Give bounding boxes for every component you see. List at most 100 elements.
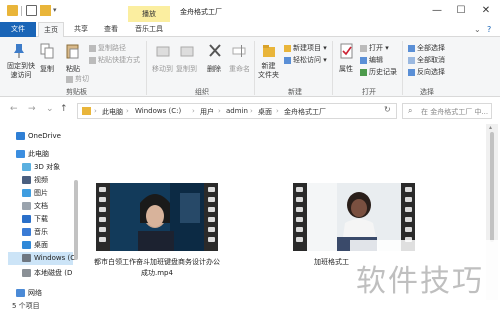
breadcrumb-this-pc[interactable]: 此电脑: [102, 107, 123, 117]
select-all-label: 全部选择: [417, 44, 445, 52]
properties-quick-icon[interactable]: [26, 5, 37, 16]
computer-icon: [16, 150, 25, 158]
search-input[interactable]: ⌕ 在 金舟格式工厂 中...: [402, 103, 492, 119]
move-to-button[interactable]: 移动到: [152, 64, 173, 74]
desktop-icon: [22, 241, 31, 249]
breadcrumb-admin[interactable]: admin: [226, 107, 248, 115]
sidebar-item-documents[interactable]: 文档: [22, 200, 48, 213]
sidebar-item-drive-c[interactable]: Windows (C: [8, 252, 75, 265]
video-thumbnail[interactable]: [96, 183, 218, 251]
pin-quick-access-button[interactable]: 固定到快 速访问: [7, 62, 35, 80]
clipboard-group-label: 剪贴板: [66, 88, 87, 96]
item-count: 5 个项目: [12, 302, 40, 310]
sidebar-item-label: 音乐: [34, 228, 48, 236]
drive-icon: [22, 254, 31, 262]
edit-button[interactable]: 编辑: [360, 55, 383, 65]
paste-button[interactable]: 粘贴: [66, 64, 80, 74]
easy-access-label: 轻松访问 ▾: [293, 56, 327, 64]
film-strip-left: [293, 183, 306, 251]
paste-icon: [66, 43, 80, 59]
recent-locations-button[interactable]: ⌄: [46, 104, 54, 114]
rename-button[interactable]: 重命名: [229, 64, 250, 74]
scrollbar-thumb[interactable]: [490, 132, 494, 242]
new-item-icon: [284, 44, 291, 52]
window-title: 金舟格式工厂: [180, 8, 222, 16]
tab-music-tools[interactable]: 音乐工具: [130, 22, 168, 37]
copy-button[interactable]: 复制: [40, 64, 54, 74]
minimize-button[interactable]: —: [427, 3, 447, 19]
sidebar-item-label: 文档: [34, 202, 48, 210]
sidebar-item-music[interactable]: 音乐: [22, 226, 48, 239]
copy-path-button[interactable]: 复制路径: [89, 43, 126, 53]
sidebar-item-label: 图片: [34, 189, 48, 197]
sidebar-item-pictures[interactable]: 图片: [22, 187, 48, 200]
sidebar-item-downloads[interactable]: 下载: [22, 213, 48, 226]
sidebar-item-network[interactable]: 网络: [16, 287, 42, 300]
sidebar-item-drive-d[interactable]: 本地磁盘 (D: [22, 267, 72, 280]
sidebar-item-onedrive[interactable]: OneDrive: [16, 130, 61, 143]
back-button[interactable]: ←: [10, 104, 18, 114]
select-all-button[interactable]: 全部选择: [408, 43, 445, 53]
context-tab-play[interactable]: 播放: [128, 6, 170, 22]
sidebar-item-label: 本地磁盘 (D: [34, 269, 73, 277]
select-none-button[interactable]: 全部取消: [408, 55, 445, 65]
new-item-button[interactable]: 新建项目 ▾: [284, 43, 327, 53]
file-name[interactable]: 都市白领工作奋斗加班键盘商务设计办公成功.mp4: [92, 257, 222, 279]
pin-icon: [12, 43, 26, 59]
divider: [402, 41, 403, 95]
title-bar: ▾ 播放 金舟格式工厂 — ☐ ✕: [0, 0, 500, 22]
film-strip-right: [205, 183, 218, 251]
scrollbar-thumb[interactable]: [74, 180, 78, 260]
new-folder-button[interactable]: 新建 文件夹: [258, 62, 279, 80]
easy-access-button[interactable]: 轻松访问 ▾: [284, 55, 327, 65]
breadcrumb-current-folder[interactable]: 金舟格式工厂: [284, 107, 326, 117]
invert-selection-button[interactable]: 反向选择: [408, 67, 445, 77]
address-bar[interactable]: › 此电脑 › Windows (C:) › 用户 › admin › 桌面 ›…: [77, 103, 454, 119]
folder-icon[interactable]: [7, 5, 18, 16]
properties-button[interactable]: 属性: [339, 64, 353, 74]
paste-shortcut-icon: [89, 56, 96, 64]
film-strip-left: [96, 183, 109, 251]
breadcrumb-separator: ›: [250, 107, 253, 115]
cut-button[interactable]: 剪切: [66, 74, 89, 84]
video-icon: [22, 176, 31, 184]
sidebar-item-3d-objects[interactable]: 3D 对象: [22, 161, 60, 174]
scissors-icon: [66, 75, 73, 83]
sidebar-item-label: 桌面: [34, 241, 48, 249]
scroll-up-icon[interactable]: ▴: [489, 124, 492, 131]
open-group-label: 打开: [362, 88, 376, 96]
select-all-icon: [408, 44, 415, 52]
invert-selection-label: 反向选择: [417, 68, 445, 76]
refresh-button[interactable]: ↻: [384, 105, 391, 114]
breadcrumb-desktop[interactable]: 桌面: [258, 107, 272, 117]
breadcrumb-users[interactable]: 用户: [200, 107, 214, 117]
sidebar-item-desktop[interactable]: 桌面: [22, 239, 48, 252]
open-button[interactable]: 打开 ▾: [360, 43, 389, 53]
paste-shortcut-label: 粘贴快捷方式: [98, 56, 140, 64]
forward-button[interactable]: →: [28, 104, 36, 114]
tab-home[interactable]: 主页: [38, 22, 64, 37]
help-icon[interactable]: ?: [487, 25, 491, 34]
tab-file[interactable]: 文件: [0, 22, 36, 37]
up-button[interactable]: ↑: [60, 104, 68, 114]
delete-button[interactable]: 删除: [207, 64, 221, 74]
copy-to-button[interactable]: 复制到: [176, 64, 197, 74]
properties-icon: [340, 43, 354, 59]
navigation-pane: OneDrive 此电脑 3D 对象 视频 图片 文档 下载 音乐 桌面 Win…: [0, 124, 82, 300]
sidebar-item-this-pc[interactable]: 此电脑: [16, 148, 49, 161]
cut-label: 剪切: [75, 75, 89, 83]
tab-share[interactable]: 共享: [68, 22, 94, 37]
history-button[interactable]: 历史记录: [360, 67, 397, 77]
sidebar-item-videos[interactable]: 视频: [22, 174, 48, 187]
close-button[interactable]: ✕: [476, 3, 496, 19]
customize-quick-access-icon[interactable]: ▾: [53, 6, 64, 17]
tab-view[interactable]: 查看: [98, 22, 124, 37]
breadcrumb-drive-c[interactable]: Windows (C:): [135, 107, 181, 115]
select-group-label: 选择: [420, 88, 434, 96]
ribbon-collapse-icon[interactable]: ⌄: [474, 25, 481, 34]
new-folder-quick-icon[interactable]: [40, 5, 51, 16]
sidebar-scrollbar[interactable]: [73, 140, 79, 290]
watermark-text: 软件技巧: [356, 264, 484, 299]
maximize-button[interactable]: ☐: [451, 3, 471, 19]
paste-shortcut-button[interactable]: 粘贴快捷方式: [89, 55, 140, 65]
